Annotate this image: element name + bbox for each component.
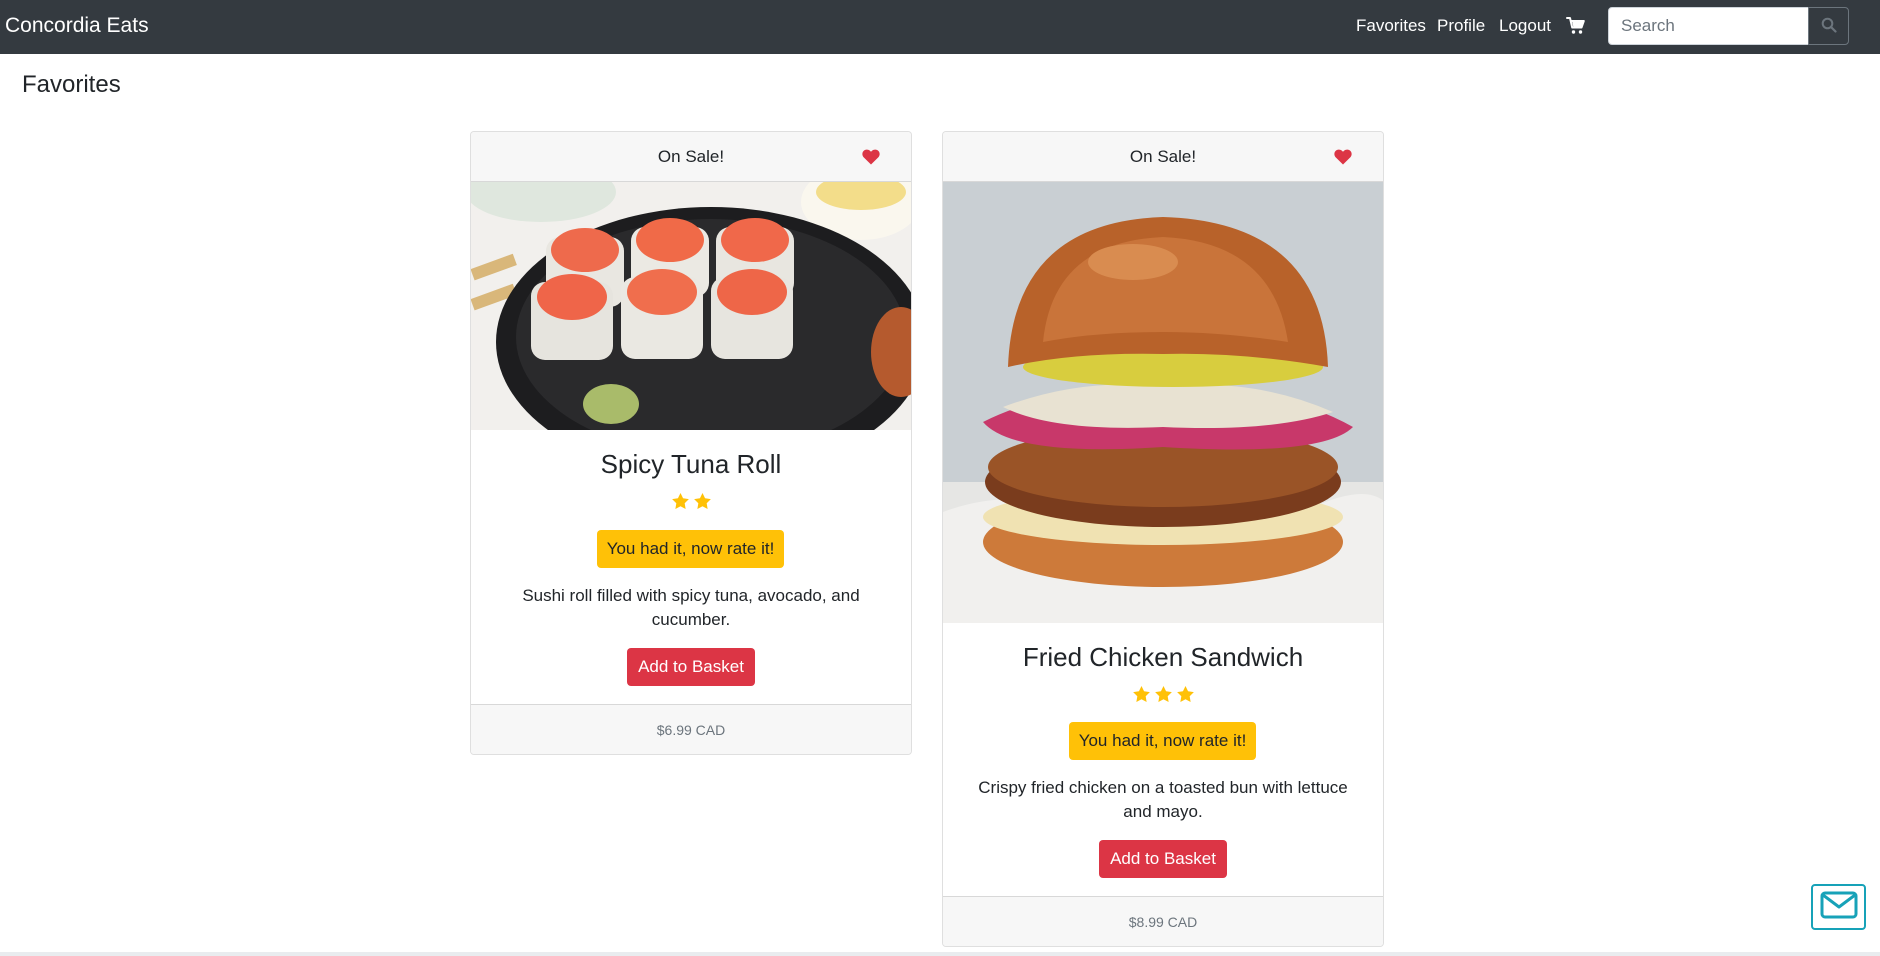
rate-button[interactable]: You had it, now rate it! [597, 530, 784, 568]
card-header: On Sale! [943, 132, 1383, 182]
sushi-image [471, 182, 911, 430]
product-card: On Sale! Fried Chicken Sandwich You had … [942, 131, 1384, 947]
card-footer: $6.99 CAD [471, 704, 911, 754]
product-price: $8.99 CAD [1128, 914, 1198, 930]
star-icon [671, 492, 690, 511]
sandwich-image [943, 182, 1383, 623]
nav-favorites-link[interactable]: Favorites [1356, 16, 1426, 36]
heart-icon[interactable] [1334, 149, 1352, 165]
sale-badge: On Sale! [1129, 147, 1197, 166]
card-header: On Sale! [471, 132, 911, 182]
product-description: Crispy fried chicken on a toasted bun wi… [978, 778, 1348, 821]
page-bottom-border [0, 952, 1880, 956]
star-icon [1154, 685, 1173, 704]
cart-icon[interactable] [1566, 16, 1586, 36]
brand-logo[interactable]: Concordia Eats [5, 14, 149, 38]
contact-widget-button[interactable] [1811, 884, 1866, 930]
rating-stars [943, 685, 1383, 705]
card-footer: $8.99 CAD [943, 896, 1383, 946]
rating-stars [471, 492, 911, 512]
product-description: Sushi roll filled with spicy tuna, avoca… [522, 586, 860, 629]
product-title: Spicy Tuna Roll [600, 449, 782, 479]
search-form [1608, 7, 1849, 45]
product-card: On Sale! Spicy Tuna Roll You had it, now… [470, 131, 912, 755]
envelope-icon [1820, 891, 1858, 924]
product-image [471, 182, 911, 430]
nav-profile-link[interactable]: Profile [1437, 16, 1485, 36]
rate-button[interactable]: You had it, now rate it! [1069, 722, 1256, 760]
page-title: Favorites [22, 71, 121, 98]
product-title: Fried Chicken Sandwich [1022, 642, 1304, 672]
search-button[interactable] [1808, 7, 1849, 45]
search-input[interactable] [1608, 7, 1809, 45]
product-image [943, 182, 1383, 623]
add-to-basket-button[interactable]: Add to Basket [1099, 840, 1227, 878]
product-price: $6.99 CAD [656, 722, 726, 738]
nav-logout-link[interactable]: Logout [1499, 16, 1551, 36]
star-icon [1176, 685, 1195, 704]
star-icon [1132, 685, 1151, 704]
add-to-basket-button[interactable]: Add to Basket [627, 648, 755, 686]
heart-icon[interactable] [862, 149, 880, 165]
star-icon [693, 492, 712, 511]
navbar: Concordia Eats Favorites Profile Logout [0, 0, 1880, 54]
sale-badge: On Sale! [657, 147, 725, 166]
search-icon [1821, 17, 1837, 36]
